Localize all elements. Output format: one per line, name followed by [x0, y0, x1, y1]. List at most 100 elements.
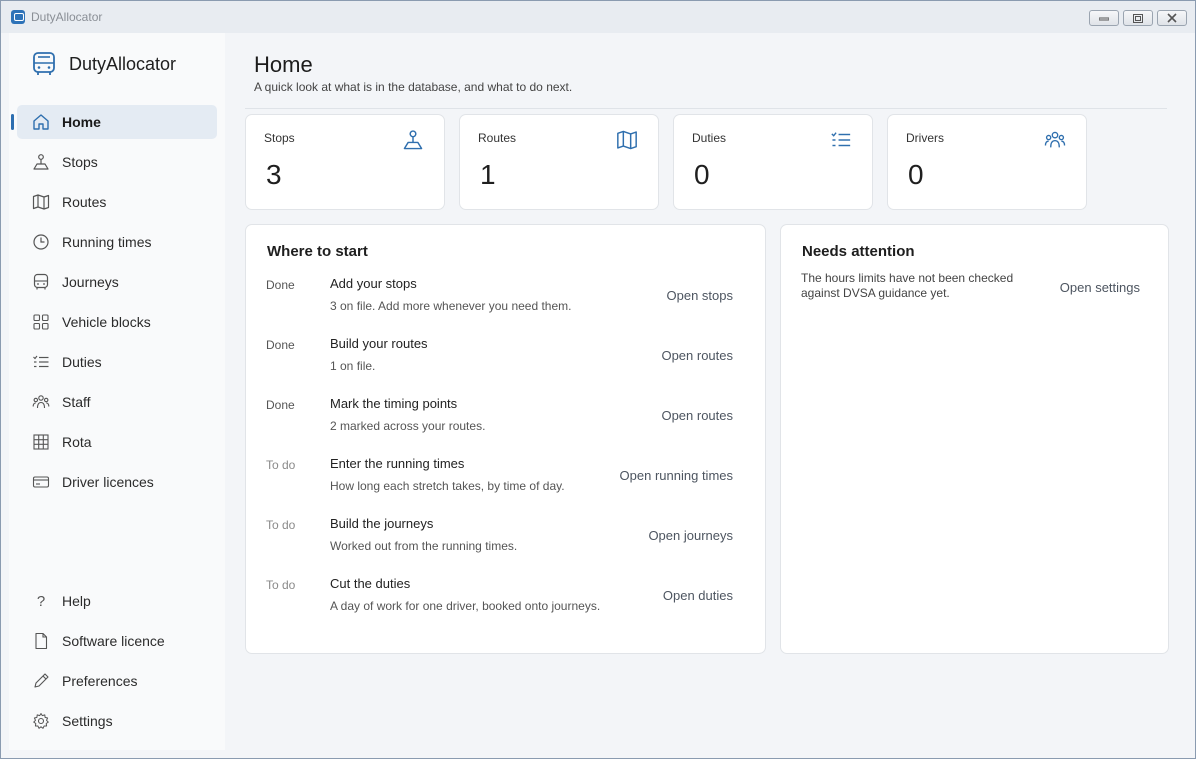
- step-status: To do: [266, 578, 296, 592]
- brand: DutyAllocator: [31, 51, 176, 77]
- step-status: Done: [266, 338, 295, 352]
- sidebar-item-duties[interactable]: Duties: [17, 345, 217, 379]
- step-title: Build your routes: [330, 336, 428, 351]
- sidebar-item-routes[interactable]: Routes: [17, 185, 217, 219]
- where-to-start-panel: Where to start Done Add your stops 3 on …: [245, 224, 766, 654]
- stat-value: 0: [908, 159, 924, 190]
- document-icon: [32, 632, 50, 650]
- window-controls: [1089, 10, 1187, 26]
- sidebar-item-label: Home: [62, 114, 101, 130]
- app-icon: [11, 10, 25, 24]
- clock-icon: [32, 233, 50, 251]
- step-running-times: To do Enter the running times How long e…: [266, 456, 733, 506]
- sidebar-item-home[interactable]: Home: [11, 105, 217, 139]
- sidebar-bottom-nav: ? Help Software licence Preferences Sett…: [9, 584, 225, 744]
- map-icon: [616, 129, 638, 156]
- sidebar-item-running-times[interactable]: Running times: [17, 225, 217, 259]
- sidebar-item-rota[interactable]: Rota: [17, 425, 217, 459]
- step-status: Done: [266, 278, 295, 292]
- panel-title: Where to start: [267, 243, 368, 260]
- card-icon: [32, 473, 50, 491]
- open-stops-link[interactable]: Open stops: [667, 288, 734, 303]
- step-description: How long each stretch takes, by time of …: [330, 479, 565, 493]
- sidebar-item-vehicle-blocks[interactable]: Vehicle blocks: [17, 305, 217, 339]
- bus-icon: [32, 273, 50, 291]
- people-icon: [1044, 129, 1066, 156]
- sidebar-item-label: Rota: [62, 434, 92, 450]
- restore-icon: [1133, 13, 1143, 23]
- sidebar-item-stops[interactable]: Stops: [17, 145, 217, 179]
- sidebar-item-preferences[interactable]: Preferences: [17, 664, 217, 698]
- step-status: Done: [266, 398, 295, 412]
- divider: [245, 108, 1167, 109]
- stat-label: Routes: [478, 131, 517, 145]
- minimize-button[interactable]: [1089, 10, 1119, 26]
- sidebar-item-help[interactable]: ? Help: [17, 584, 217, 618]
- step-description: 2 marked across your routes.: [330, 419, 486, 433]
- minimize-icon: [1099, 17, 1109, 21]
- title-bar[interactable]: DutyAllocator: [1, 1, 1195, 33]
- open-duties-link[interactable]: Open duties: [663, 588, 733, 603]
- page-subtitle: A quick look at what is in the database,…: [254, 80, 573, 94]
- open-running-times-link[interactable]: Open running times: [620, 468, 733, 483]
- stat-label: Stops: [264, 131, 295, 145]
- needs-attention-panel: Needs attention The hours limits have no…: [780, 224, 1169, 654]
- home-icon: [32, 113, 50, 131]
- attention-message: The hours limits have not been checked a…: [801, 271, 1014, 300]
- gear-icon: [32, 712, 50, 730]
- sidebar-item-driver-licences[interactable]: Driver licences: [17, 465, 217, 499]
- stop-pin-icon: [402, 129, 424, 156]
- step-status: To do: [266, 458, 296, 472]
- map-icon: [32, 193, 50, 211]
- question-icon: ?: [36, 592, 46, 610]
- page-title: Home: [254, 52, 313, 77]
- stat-card-duties: Duties 0: [673, 114, 873, 210]
- sidebar-item-label: Help: [62, 593, 91, 609]
- grid-icon: [32, 313, 50, 331]
- step-description: Worked out from the running times.: [330, 539, 518, 553]
- stop-pin-icon: [32, 153, 50, 171]
- sidebar: DutyAllocator Home Stops Routes Running …: [9, 33, 225, 750]
- sidebar-nav: Home Stops Routes Running times Journeys…: [9, 105, 225, 505]
- sidebar-item-label: Settings: [62, 713, 113, 729]
- window-title: DutyAllocator: [31, 10, 103, 24]
- restore-button[interactable]: [1123, 10, 1153, 26]
- open-routes-link[interactable]: Open routes: [661, 408, 733, 423]
- open-routes-link[interactable]: Open routes: [661, 348, 733, 363]
- sidebar-item-label: Journeys: [62, 274, 119, 290]
- checklist-icon: [32, 353, 50, 371]
- people-icon: [32, 393, 50, 411]
- step-description: A day of work for one driver, booked ont…: [330, 599, 601, 613]
- step-title: Add your stops: [330, 276, 417, 291]
- sidebar-item-label: Driver licences: [62, 474, 154, 490]
- sidebar-item-label: Software licence: [62, 633, 165, 649]
- app-window: DutyAllocator DutyAllocator Home Stops R…: [0, 0, 1196, 759]
- open-settings-link[interactable]: Open settings: [1060, 280, 1140, 295]
- sidebar-item-label: Stops: [62, 154, 98, 170]
- step-title: Mark the timing points: [330, 396, 458, 411]
- stat-card-routes: Routes 1: [459, 114, 659, 210]
- step-build-routes: Done Build your routes 1 on file. Open r…: [266, 336, 733, 386]
- pen-icon: [32, 672, 50, 690]
- step-add-stops: Done Add your stops 3 on file. Add more …: [266, 276, 733, 326]
- sidebar-item-label: Duties: [62, 354, 102, 370]
- sidebar-item-label: Routes: [62, 194, 107, 210]
- checklist-icon: [830, 129, 852, 156]
- stat-value: 0: [694, 159, 710, 190]
- sidebar-item-journeys[interactable]: Journeys: [17, 265, 217, 299]
- stat-card-stops: Stops 3: [245, 114, 445, 210]
- open-journeys-link[interactable]: Open journeys: [648, 528, 733, 543]
- bus-logo-icon: [33, 52, 55, 75]
- brand-name: DutyAllocator: [69, 53, 177, 74]
- stat-value: 1: [480, 159, 496, 190]
- step-title: Enter the running times: [330, 456, 465, 471]
- sidebar-item-settings[interactable]: Settings: [17, 704, 217, 738]
- close-button[interactable]: [1157, 10, 1187, 26]
- step-timing-points: Done Mark the timing points 2 marked acr…: [266, 396, 733, 446]
- step-build-journeys: To do Build the journeys Worked out from…: [266, 516, 733, 566]
- sidebar-item-software-licence[interactable]: Software licence: [17, 624, 217, 658]
- panel-title: Needs attention: [802, 243, 915, 260]
- sidebar-item-label: Vehicle blocks: [62, 314, 151, 330]
- main-content: Home A quick look at what is in the data…: [225, 33, 1187, 750]
- sidebar-item-staff[interactable]: Staff: [17, 385, 217, 419]
